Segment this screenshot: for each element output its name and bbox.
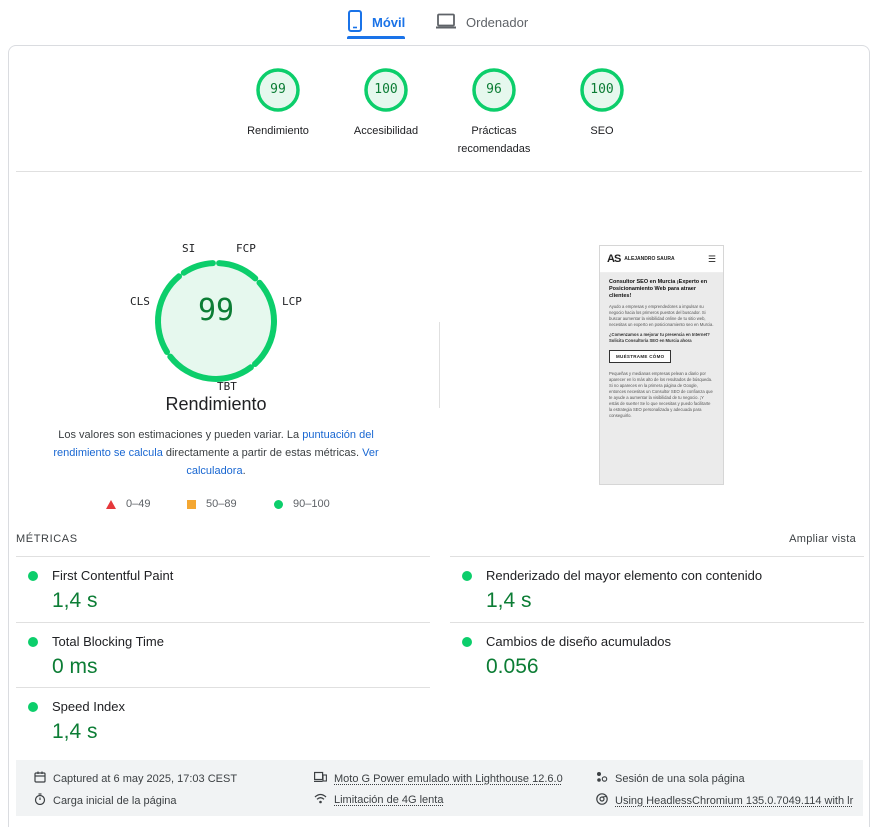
run-info-panel: Captured at 6 may 2025, 17:03 CEST Carga…	[16, 760, 863, 816]
tab-mobile[interactable]: Móvil	[348, 6, 405, 38]
pass-dot-icon	[28, 637, 38, 647]
session-text: Sesión de una sola página	[615, 772, 745, 785]
pass-dot-icon	[28, 571, 38, 581]
preview-header: AS ALEJANDRO SAURA ☰	[600, 246, 723, 273]
metric-fcp: First Contentful Paint 1,4 s	[16, 556, 430, 623]
score-label: Rendimiento	[247, 125, 309, 137]
metric-name: Speed Index	[52, 699, 126, 714]
browser-text: Using HeadlessChromium 135.0.7049.114 wi…	[615, 794, 854, 807]
metric-cls: Cambios de diseño acumulados 0.056	[450, 622, 864, 689]
metric-si: Speed Index 1,4 s	[16, 687, 430, 754]
info-device[interactable]: Moto G Power emulado with Lighthouse 12.…	[314, 771, 563, 786]
info-browser[interactable]: Using HeadlessChromium 135.0.7049.114 wi…	[596, 793, 853, 808]
pass-dot-icon	[462, 571, 472, 581]
tag-lcp: LCP	[282, 295, 302, 308]
tab-mobile-label: Móvil	[372, 14, 406, 30]
score-value: 100	[590, 82, 614, 97]
score-label: SEO	[590, 125, 614, 137]
metric-lcp: Renderizado del mayor elemento con conte…	[450, 556, 864, 623]
info-network[interactable]: Limitación de 4G lenta	[314, 793, 443, 807]
browser-icon	[596, 793, 608, 808]
section-divider	[16, 171, 862, 172]
metric-value: 1,4 s	[486, 589, 532, 612]
metric-value: 1,4 s	[52, 589, 98, 612]
metric-name: Total Blocking Time	[52, 634, 164, 649]
legend-good: 90–100	[274, 498, 330, 510]
score-label: Prácticas recomendadas	[457, 125, 531, 155]
score-label: Accesibilidad	[353, 125, 419, 137]
performance-title: Rendimiento	[165, 394, 267, 414]
tab-desktop-label: Ordenador	[466, 14, 529, 30]
preview-button: MUÉSTRAME CÓMO	[609, 350, 672, 363]
device-text: Moto G Power emulado with Lighthouse 12.…	[334, 772, 563, 785]
desc-text: Los valores son estimaciones y pueden va…	[58, 429, 303, 441]
captured-text: Captured at 6 may 2025, 17:03 CEST	[53, 772, 238, 785]
people-icon	[596, 771, 608, 786]
desc-text: directamente a partir de estas métricas.	[162, 447, 363, 459]
score-value: 99	[270, 82, 286, 97]
active-tab-indicator	[347, 36, 405, 39]
score-legend: 0–49 50–89 90–100	[106, 498, 346, 514]
triangle-icon	[106, 499, 116, 509]
legend-good-label: 90–100	[293, 498, 330, 510]
preview-heading: Consultor SEO en Murcia ¡Experto en Posi…	[609, 279, 708, 299]
performance-description: Los valores son estimaciones y pueden va…	[50, 426, 382, 480]
performance-score: 99	[197, 293, 235, 328]
circle-icon	[274, 499, 283, 509]
metric-value: 0 ms	[52, 655, 98, 678]
metrics-heading: MÉTRICAS	[16, 533, 78, 545]
legend-bad: 0–49	[106, 498, 150, 510]
score-gauge-performance[interactable]: 99 Rendimiento	[218, 68, 338, 140]
score-gauge-accessibility[interactable]: 100 Accesibilidad	[326, 68, 446, 140]
page-screenshot-preview[interactable]: AS ALEJANDRO SAURA ☰ Consultor SEO en Mu…	[599, 245, 724, 485]
metric-value: 0.056	[486, 655, 539, 678]
devices-icon	[314, 771, 327, 786]
tag-si: SI	[182, 242, 196, 255]
square-icon	[187, 499, 196, 509]
score-gauge-best-practices[interactable]: 96 Prácticas recomendadas	[434, 68, 554, 158]
preview-brand: ALEJANDRO SAURA	[624, 256, 675, 262]
info-load: Carga inicial de la página	[34, 793, 177, 808]
metric-name: Renderizado del mayor elemento con conte…	[486, 568, 763, 583]
legend-average: 50–89	[187, 498, 237, 510]
smartphone-icon	[348, 9, 362, 35]
preview-cta-text: ¿Comenzamos a mejorar tu presencia en In…	[609, 332, 710, 343]
preview-logo: AS	[607, 253, 621, 265]
tab-desktop[interactable]: Ordenador	[436, 6, 528, 38]
preview-body: Consultor SEO en Murcia ¡Experto en Posi…	[600, 273, 723, 484]
legend-bad-label: 0–49	[126, 498, 151, 510]
menu-icon: ☰	[707, 253, 716, 264]
tag-fcp: FCP	[236, 242, 256, 255]
metric-name: Cambios de diseño acumulados	[486, 634, 671, 649]
desc-text: .	[242, 465, 246, 477]
metric-value: 1,4 s	[52, 720, 98, 743]
calendar-icon	[34, 771, 46, 786]
wifi-icon	[314, 793, 327, 807]
metric-name: First Contentful Paint	[52, 568, 174, 583]
preview-paragraph: Ayudo a empresas y emprendedores a impul…	[609, 304, 714, 327]
vertical-divider	[439, 322, 440, 408]
info-session: Sesión de una sola página	[596, 771, 745, 786]
device-tabs: Móvil Ordenador	[0, 0, 880, 40]
network-text: Limitación de 4G lenta	[334, 794, 444, 806]
tag-tbt: TBT	[217, 380, 237, 393]
info-captured: Captured at 6 may 2025, 17:03 CEST	[34, 771, 237, 786]
metric-tbt: Total Blocking Time 0 ms	[16, 622, 430, 689]
preview-paragraph: Pequeñas y medianas empresas pelean a di…	[609, 371, 713, 418]
laptop-icon	[436, 13, 456, 32]
score-value: 100	[374, 82, 398, 97]
tag-cls: CLS	[130, 295, 150, 308]
legend-average-label: 50–89	[206, 498, 237, 510]
timer-icon	[34, 793, 46, 808]
score-gauge-seo[interactable]: 100 SEO	[542, 68, 662, 140]
pass-dot-icon	[462, 637, 472, 647]
score-value: 96	[486, 82, 502, 97]
pass-dot-icon	[28, 702, 38, 712]
expand-view-button[interactable]: Ampliar vista	[789, 533, 856, 545]
performance-gauge: 99	[150, 255, 282, 387]
load-text: Carga inicial de la página	[53, 794, 177, 807]
